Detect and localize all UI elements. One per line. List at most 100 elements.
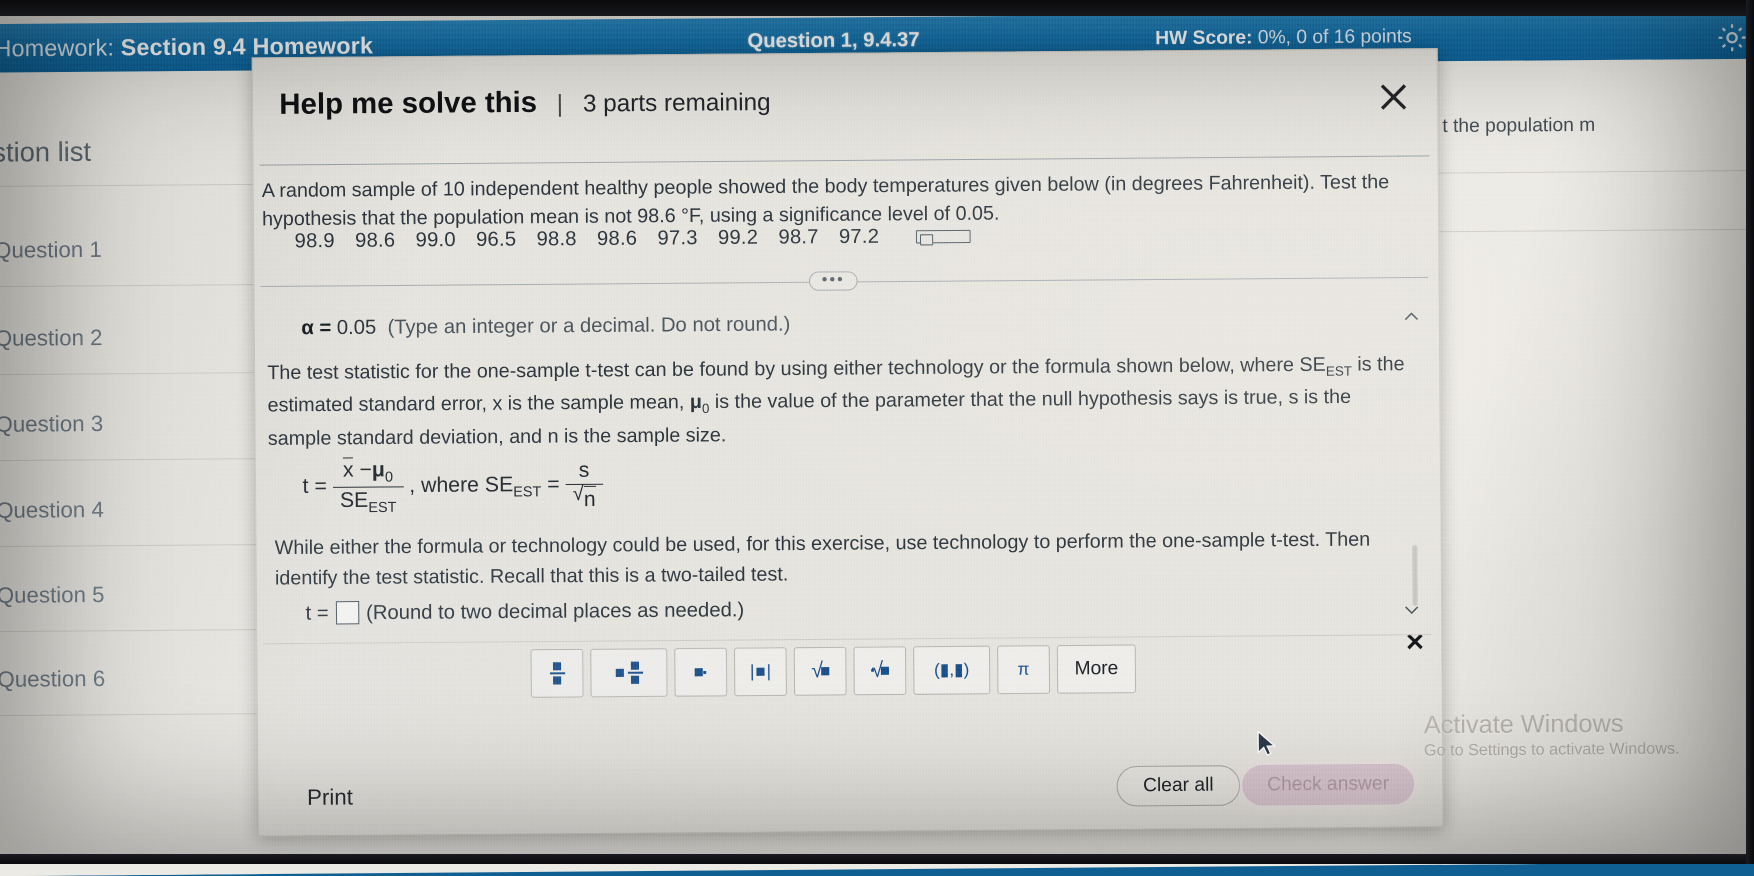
data-value: 98.9 — [294, 229, 335, 253]
sidebar-item-question-6[interactable]: Question 6 — [0, 666, 105, 693]
question-id-label: Question 1, 9.4.37 — [747, 28, 920, 53]
alpha-symbol: α = — [301, 316, 332, 340]
question-list-title: estion list — [0, 136, 92, 168]
interval-key[interactable]: (▮,▮) — [913, 645, 991, 695]
title-separator: | — [556, 90, 564, 118]
divider — [0, 629, 263, 633]
exponent-key[interactable]: ▪ — [674, 647, 728, 697]
page-background: estion list Question 1 Question 2 Questi… — [0, 0, 1754, 876]
copy-icon[interactable] — [915, 229, 971, 244]
mu-subscript: 0 — [701, 401, 710, 417]
clear-all-button[interactable]: Clear all — [1116, 765, 1241, 807]
sqrt-radicand: n — [583, 485, 596, 512]
activate-windows-watermark: Activate Windows Go to Settings to activ… — [1424, 709, 1680, 761]
toolbar-divider — [263, 634, 1432, 645]
pi-key[interactable]: π — [997, 645, 1051, 695]
mu-subscript: 0 — [384, 469, 394, 486]
hw-score-label: HW Score: — [1155, 27, 1253, 50]
x-bar: x — [342, 457, 354, 482]
header-divider — [259, 155, 1430, 166]
divider — [1437, 228, 1754, 233]
scrollbar[interactable] — [1412, 545, 1418, 606]
print-button[interactable]: Print — [307, 784, 353, 811]
help-me-solve-this-dialog: Help me solve this | 3 parts remaining A… — [251, 48, 1444, 837]
formula-equals: = — [547, 472, 560, 497]
watermark-line-2: Go to Settings to activate Windows. — [1423, 740, 1680, 760]
data-value: 99.2 — [717, 226, 759, 250]
data-value: 96.5 — [475, 228, 517, 251]
data-value: 98.7 — [778, 226, 819, 249]
divider — [1436, 170, 1754, 174]
data-value: 99.0 — [415, 228, 456, 252]
close-icon[interactable] — [1376, 80, 1411, 115]
formula-where-label: , where SE — [409, 473, 514, 498]
divider — [0, 458, 261, 462]
fraction-key[interactable] — [530, 648, 584, 698]
answer-hint: (Round to two decimal places as needed.) — [366, 599, 745, 625]
data-value: 98.6 — [354, 229, 396, 252]
alpha-value: 0.05 — [336, 316, 377, 340]
sidebar-item-label: Question 6 — [0, 665, 106, 692]
dialog-header: Help me solve this | 3 parts remaining — [253, 49, 1438, 135]
mu-symbol: μ — [371, 458, 385, 482]
problem-statement: A random sample of 10 independent health… — [261, 170, 1390, 231]
t-statistic-input[interactable] — [335, 601, 360, 625]
formula-se-fraction: s n — [565, 458, 603, 513]
sidebar-item-label: Question 5 — [0, 581, 105, 608]
answer-entry-line: t = (Round to two decimal places as neede… — [306, 598, 745, 626]
mixed-number-key[interactable] — [590, 648, 668, 698]
minus-sign: − — [359, 458, 372, 482]
chevron-down-icon[interactable] — [1403, 601, 1421, 619]
watermark-line-1: Activate Windows — [1423, 709, 1624, 740]
formula-numerator: x −μ0 — [333, 457, 404, 487]
more-key[interactable]: More — [1056, 644, 1137, 694]
data-value: 97.2 — [838, 225, 880, 249]
mu-symbol: μ — [689, 391, 702, 414]
square-root-key[interactable]: √ — [793, 646, 847, 696]
formula-denominator: SEEST — [332, 486, 404, 517]
overflow-dots-button[interactable]: ••• — [808, 271, 858, 291]
sample-data-row: 98.9 98.6 99.0 96.5 98.8 98.6 97.3 99.2 … — [295, 225, 971, 254]
divider — [0, 372, 261, 376]
hw-score-value: 0%, 0 of 16 points — [1257, 26, 1412, 49]
math-palette-toolbar: ▪ | | √ ▪ √ (▮,▮) π More — [530, 644, 1137, 698]
sidebar-item-label: Question 3 — [0, 410, 104, 437]
answer-label: t = — [305, 602, 329, 625]
gear-icon[interactable] — [1715, 20, 1750, 55]
sidebar-item-question-3[interactable]: Question 3 — [0, 411, 103, 438]
alpha-answer-line: α = 0.05 (Type an integer or a decimal. … — [301, 313, 790, 340]
square-root-icon: n — [573, 485, 596, 512]
check-answer-button[interactable]: Check answer — [1241, 763, 1415, 806]
formula-main-fraction: x −μ0 SEEST — [332, 457, 404, 517]
se-subscript: EST — [513, 484, 542, 501]
sidebar-item-question-1[interactable]: Question 1 — [0, 237, 102, 264]
sidebar-item-question-4[interactable]: Question 4 — [0, 497, 104, 524]
homework-prefix: Homework: — [0, 34, 115, 62]
formula-t-label: t = — [302, 474, 327, 498]
sidebar-item-question-5[interactable]: Question 5 — [0, 582, 105, 609]
divider — [0, 284, 260, 288]
sidebar-item-label: Question 4 — [0, 496, 104, 523]
divider — [0, 544, 262, 548]
sidebar-item-question-2[interactable]: Question 2 — [0, 325, 103, 352]
chevron-up-icon[interactable] — [1402, 307, 1420, 325]
divider — [0, 183, 259, 187]
data-value: 98.6 — [596, 227, 638, 251]
clipped-body-text: t the population m — [1442, 114, 1596, 138]
data-value: 97.3 — [657, 226, 698, 250]
hw-score: HW Score: 0%, 0 of 16 points — [1155, 26, 1412, 50]
sidebar-item-label: Question 1 — [0, 236, 102, 263]
explanation-paragraph: The test statistic for the one-sample t-… — [267, 349, 1411, 455]
divider — [0, 713, 263, 717]
se-numerator: s — [578, 458, 590, 482]
sidebar-item-label: Question 2 — [0, 324, 103, 351]
nth-root-key[interactable]: ▪ √ — [853, 646, 907, 696]
t-statistic-formula: t = x −μ0 SEEST , where SEEST = s n — [302, 455, 603, 517]
se-label: SE — [339, 488, 369, 513]
parts-remaining-label: 3 parts remaining — [582, 88, 771, 118]
close-small-icon[interactable]: ✕ — [1405, 628, 1426, 658]
se-subscript: EST — [368, 499, 397, 517]
data-value: 98.8 — [536, 227, 577, 251]
absolute-value-key[interactable]: | | — [733, 647, 787, 697]
instruction-paragraph: While either the formula or technology c… — [274, 528, 1371, 590]
